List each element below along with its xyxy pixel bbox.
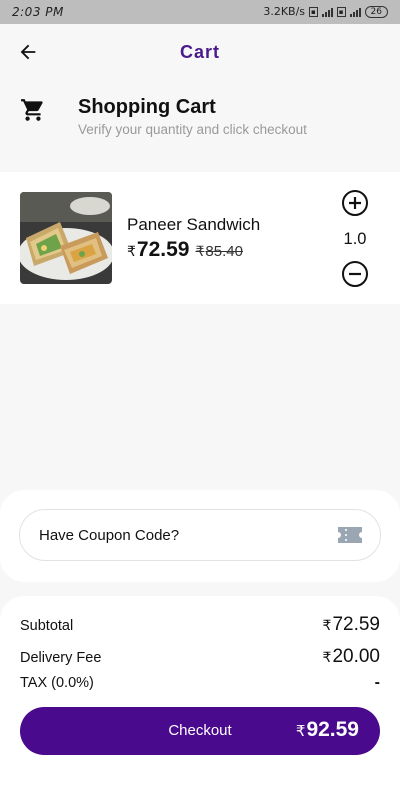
subtotal-amount: 72.59 <box>332 614 380 635</box>
delivery-value: ₹20.00 <box>323 646 380 668</box>
ticket-icon <box>338 527 362 543</box>
product-image <box>20 192 112 284</box>
currency-symbol: ₹ <box>127 243 136 259</box>
volte-icon: ▪ <box>309 6 318 17</box>
volte-icon-2: ▪ <box>336 6 346 17</box>
tax-label: TAX (0.0%) <box>20 675 94 691</box>
currency-symbol: ₹ <box>322 649 332 665</box>
network-speed: 3.2KB/s <box>263 5 306 18</box>
checkout-total-amount: 92.59 <box>306 718 359 741</box>
delivery-label: Delivery Fee <box>20 650 102 666</box>
checkout-total: ₹92.59 <box>296 718 359 742</box>
current-price-value: 72.59 <box>136 238 190 261</box>
currency-symbol: ₹ <box>322 617 332 633</box>
subtotal-row: Subtotal ₹72.59 <box>20 614 380 636</box>
app-bar: Cart <box>0 24 400 80</box>
status-time: 2:03 PM <box>12 5 64 19</box>
original-price: ₹85.40 <box>195 243 242 260</box>
tax-value: - <box>374 674 380 691</box>
coupon-field[interactable]: Have Coupon Code? <box>19 509 381 561</box>
delivery-amount: 20.00 <box>332 646 380 667</box>
status-bar: 2:03 PM 3.2KB/s ▪ ▪ 26 <box>0 0 400 24</box>
status-indicators: 3.2KB/s ▪ ▪ 26 <box>263 5 388 18</box>
cart-header: Shopping Cart Verify your quantity and c… <box>0 90 400 150</box>
coupon-card: Have Coupon Code? <box>0 490 400 582</box>
page-title: Cart <box>179 42 220 62</box>
quantity-value: 1.0 <box>343 230 367 248</box>
signal-icon <box>321 7 333 17</box>
signal-icon-2 <box>349 7 361 17</box>
subtotal-value: ₹72.59 <box>323 614 380 636</box>
product-name: Paneer Sandwich <box>127 215 261 234</box>
section-subtitle: Verify your quantity and click checkout <box>78 122 307 137</box>
section-title: Shopping Cart <box>78 96 216 118</box>
checkout-button[interactable]: Checkout ₹92.59 <box>20 707 380 755</box>
subtotal-label: Subtotal <box>20 618 74 634</box>
currency-symbol: ₹ <box>295 723 306 740</box>
price-row: ₹72.59 ₹85.40 <box>127 238 243 262</box>
increase-quantity-button[interactable] <box>341 189 369 217</box>
decrease-quantity-button[interactable] <box>341 260 369 288</box>
tax-row: TAX (0.0%) - <box>20 674 380 692</box>
battery-icon: 26 <box>364 5 388 18</box>
delivery-row: Delivery Fee ₹20.00 <box>20 646 380 668</box>
coupon-label: Have Coupon Code? <box>39 527 180 544</box>
cart-icon <box>21 99 43 121</box>
original-price-value: 85.40 <box>205 243 243 260</box>
order-summary: Subtotal ₹72.59 Delivery Fee ₹20.00 TAX … <box>0 596 400 800</box>
cart-item: Paneer Sandwich ₹72.59 ₹85.40 1.0 <box>0 172 400 304</box>
current-price: ₹72.59 <box>127 238 189 262</box>
currency-symbol-old: ₹ <box>195 243 205 259</box>
